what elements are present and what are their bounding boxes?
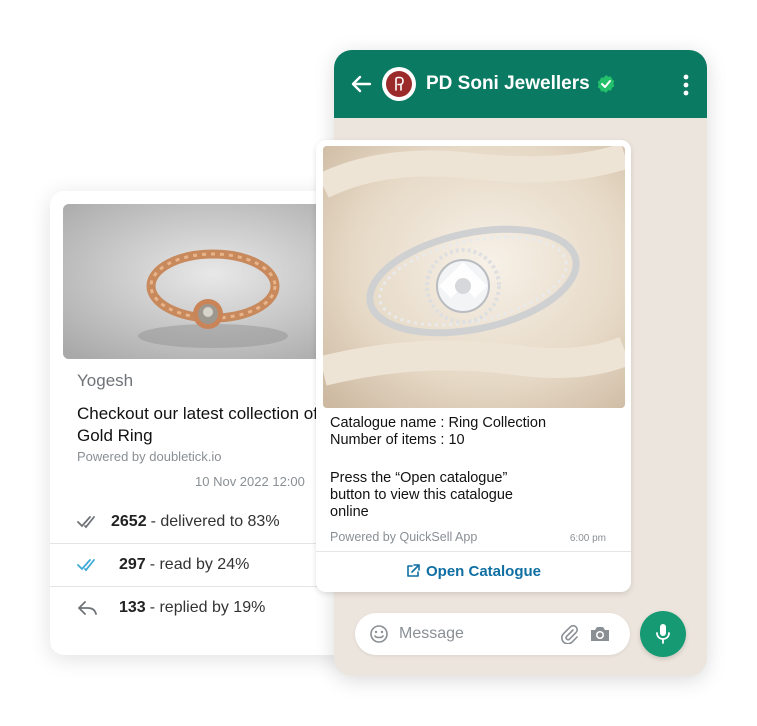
paperclip-icon[interactable] [559,624,579,644]
brand-logo-icon [386,71,412,97]
powered-by-label: Powered by doubletick.io [77,449,222,464]
double-check-icon [77,511,99,533]
chat-header: PD Soni Jewellers [334,50,707,118]
read-text: - read by 24% [149,555,250,573]
replied-count: 133 [119,598,146,616]
message-input[interactable] [399,625,549,643]
external-link-icon [407,564,420,577]
catalogue-name-text: Catalogue name : Ring Collection [330,415,547,431]
item-count-text: Number of items : 10 [330,432,465,448]
diamond-ring-image [323,146,625,408]
microphone-button[interactable] [640,611,686,657]
delivered-text: - delivered to 83% [150,513,280,530]
sender-name: Yogesh [77,371,134,390]
emoji-icon[interactable] [369,624,389,644]
message-composer [355,613,630,655]
delivered-count: 2652 [111,513,147,530]
open-catalogue-label: Open Catalogue [425,562,541,580]
message-timestamp: 10 Nov 2022 12:00 [195,474,305,489]
read-count: 297 [119,555,146,573]
gold-ring-image [63,204,350,359]
message-time: 6:00 pm [569,533,606,544]
double-check-blue-icon [77,554,99,576]
stat-delivered: 2652 - delivered to 83% [50,501,350,543]
camera-icon[interactable] [589,624,611,644]
broadcast-stats-card: Yogesh Checkout our latest collection of… [50,191,350,655]
replied-text: - replied by 19% [149,598,266,616]
instruction-text: Press the “Open catalogue” button to vie… [330,470,513,520]
back-arrow-icon[interactable] [350,73,372,95]
microphone-icon [656,624,670,644]
stat-read: 297 - read by 24% [50,543,350,585]
open-catalogue-button[interactable]: Open Catalogue [316,552,631,590]
contact-name[interactable]: PD Soni Jewellers [426,73,590,95]
powered-by-label: Powered by QuickSell App [330,530,478,544]
stat-replied: 133 - replied by 19% [50,586,350,628]
more-options-icon[interactable] [683,74,689,96]
reply-icon [77,597,99,619]
avatar[interactable] [382,67,416,101]
verified-badge-icon [597,75,614,93]
message-headline: Checkout our latest collection of Gold R… [77,404,318,445]
catalogue-message-bubble: Catalogue name : Ring Collection Number … [316,140,631,592]
